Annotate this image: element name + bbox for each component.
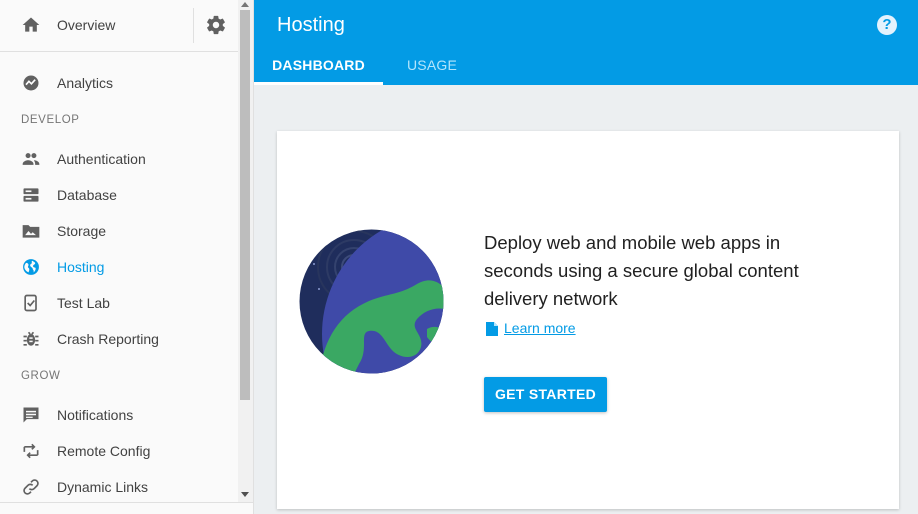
sidebar-item-dynamic-links[interactable]: Dynamic Links	[0, 469, 238, 505]
gear-icon[interactable]	[205, 14, 227, 36]
sidebar-header: Overview	[0, 0, 238, 52]
message-icon	[23, 407, 39, 423]
sidebar-item-label: Test Lab	[57, 295, 110, 311]
page-header: Hosting ? DASHBOARD USAGE	[254, 0, 918, 85]
sidebar-item-test-lab[interactable]: Test Lab	[0, 285, 238, 321]
sidebar-item-label: Remote Config	[57, 443, 151, 459]
divider	[193, 8, 194, 43]
sidebar-item-authentication[interactable]: Authentication	[0, 141, 238, 177]
section-title-grow: GROW	[21, 370, 61, 382]
section-title-develop: DEVELOP	[21, 114, 80, 126]
link-icon	[23, 479, 39, 495]
tab-dashboard[interactable]: DASHBOARD	[254, 57, 383, 73]
sidebar-item-remote-config[interactable]: Remote Config	[0, 433, 238, 469]
people-icon	[22, 153, 40, 165]
tab-usage[interactable]: USAGE	[407, 57, 457, 73]
scroll-down-icon[interactable]	[241, 492, 249, 497]
sidebar-item-notifications[interactable]: Notifications	[0, 397, 238, 433]
database-icon	[23, 188, 39, 202]
sidebar-item-analytics[interactable]: Analytics	[0, 65, 238, 101]
sidebar-item-label: Hosting	[57, 259, 105, 275]
help-icon[interactable]: ?	[877, 15, 897, 35]
bug-icon	[23, 331, 39, 346]
scroll-up-icon[interactable]	[241, 2, 249, 7]
document-icon	[486, 322, 498, 336]
analytics-icon	[23, 75, 39, 91]
sidebar-item-hosting[interactable]: Hosting	[0, 249, 238, 285]
page-title: Hosting	[277, 14, 345, 36]
sidebar-bottom-edge	[0, 502, 253, 514]
sidebar-item-label: Database	[57, 187, 117, 203]
hosting-intro-card: Deploy web and mobile web apps in second…	[277, 131, 899, 509]
card-headline: Deploy web and mobile web apps in second…	[484, 232, 799, 309]
scrollbar-thumb[interactable]	[240, 10, 250, 400]
sidebar-item-label: Overview	[57, 17, 116, 33]
sidebar-item-label: Storage	[57, 223, 107, 239]
sidebar-item-database[interactable]: Database	[0, 177, 238, 213]
test-lab-icon	[24, 294, 37, 312]
sidebar-item-label: Notifications	[57, 407, 134, 423]
remote-config-icon	[23, 443, 39, 459]
globe-icon	[23, 259, 39, 275]
sidebar-item-storage[interactable]: Storage	[0, 213, 238, 249]
sidebar-item-overview[interactable]: Overview	[0, 0, 193, 51]
learn-more-label[interactable]: Learn more	[504, 320, 576, 336]
sidebar-item-label: Crash Reporting	[57, 331, 159, 347]
home-icon	[22, 17, 40, 32]
globe-illustration	[299, 229, 444, 374]
sidebar-scrollbar[interactable]	[238, 0, 253, 502]
sidebar-item-label: Analytics	[57, 75, 114, 91]
sidebar-item-label: Authentication	[57, 151, 146, 167]
sidebar-item-crash-reporting[interactable]: Crash Reporting	[0, 321, 238, 357]
folder-image-icon	[22, 225, 40, 238]
get-started-button[interactable]: GET STARTED	[484, 377, 607, 412]
sidebar-item-label: Dynamic Links	[57, 479, 149, 495]
active-tab-indicator	[254, 82, 383, 85]
sidebar: Overview Analytics DEVELOP Authenticatio…	[0, 0, 254, 514]
